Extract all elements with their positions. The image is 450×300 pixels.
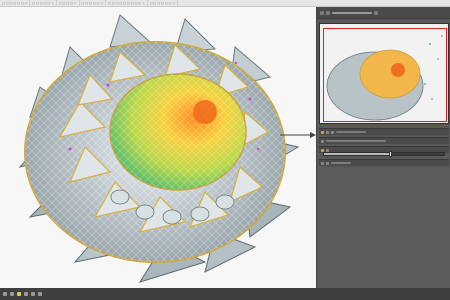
layers-icon[interactable] — [10, 292, 14, 296]
close-icon[interactable] — [374, 10, 378, 15]
document-tab[interactable]: ▢ ▢ ▢ ▢ ▢ × — [30, 0, 57, 6]
document-tab[interactable]: ▢ ▢ ▢ ▢ ▢ ▢ ▢ ▢ ▢ × — [106, 0, 148, 6]
side-panel — [316, 7, 450, 288]
panel-row — [319, 159, 449, 166]
close-icon[interactable]: × — [51, 1, 54, 5]
close-icon[interactable]: × — [74, 1, 77, 5]
hand-icon[interactable] — [38, 292, 42, 296]
brush-icon[interactable] — [24, 292, 28, 296]
core-center — [193, 100, 217, 124]
tab-label: ▢ ▢ ▢ ▢ — [58, 1, 74, 5]
tab-label: ▢ ▢ ▢ ▢ ▢ ▢ — [2, 1, 24, 5]
tool-icon[interactable] — [321, 139, 324, 143]
document-tab[interactable]: ▢ ▢ ▢ ▢ ▢ × — [80, 0, 107, 6]
document-tab[interactable]: ▢ ▢ ▢ ▢ ▢ ▢ × — [148, 0, 178, 6]
settings-icon[interactable] — [326, 10, 330, 15]
panel-row — [319, 128, 449, 135]
menu-icon[interactable] — [320, 10, 324, 15]
row-label-bar — [331, 162, 351, 164]
color-swatch-icon[interactable] — [321, 130, 324, 134]
tool-icon[interactable] — [326, 130, 329, 134]
document-tab[interactable]: ▢ ▢ ▢ ▢ ▢ ▢ × — [0, 0, 31, 6]
tab-label: ▢ ▢ ▢ ▢ ▢ — [32, 1, 51, 5]
panel-toolbar — [317, 7, 450, 19]
artwork-canvas[interactable] — [0, 7, 316, 288]
panel-title-bar — [332, 11, 372, 14]
opacity-slider[interactable] — [323, 151, 445, 157]
slider-fill — [324, 153, 390, 155]
close-icon[interactable]: × — [101, 1, 104, 5]
close-icon[interactable]: × — [142, 1, 145, 5]
star-icon[interactable] — [17, 292, 21, 296]
core-mesh — [110, 74, 246, 190]
tab-label: ▢ ▢ ▢ ▢ ▢ — [81, 1, 100, 5]
slider-knob[interactable] — [388, 151, 392, 157]
status-bar — [0, 288, 450, 300]
link-connector — [280, 132, 316, 138]
close-icon[interactable]: × — [172, 1, 175, 5]
navigator-thumbnail[interactable] — [319, 23, 449, 124]
tab-strip: ▢ ▢ ▢ ▢ ▢ ▢ × ▢ ▢ ▢ ▢ ▢ × ▢ ▢ ▢ ▢ × ▢ ▢ ▢ ▢… — [0, 0, 450, 7]
document-tab[interactable]: ▢ ▢ ▢ ▢ × — [57, 0, 80, 6]
tab-label: ▢ ▢ ▢ ▢ ▢ ▢ ▢ ▢ ▢ — [108, 1, 142, 5]
row-label-bar — [326, 140, 386, 142]
viewport-frame[interactable] — [323, 28, 447, 122]
panel-row — [319, 137, 449, 144]
layers-area[interactable] — [319, 167, 449, 288]
tool-icon[interactable] — [321, 161, 324, 165]
tool-icon[interactable] — [326, 161, 329, 165]
close-icon[interactable]: × — [25, 1, 28, 5]
tab-label: ▢ ▢ ▢ ▢ ▢ ▢ — [149, 1, 172, 5]
row-label-bar — [336, 131, 366, 133]
tool-icon[interactable] — [331, 130, 334, 134]
artwork-illustration — [18, 14, 300, 283]
grid-icon[interactable] — [3, 292, 7, 296]
zoom-icon[interactable] — [31, 292, 35, 296]
